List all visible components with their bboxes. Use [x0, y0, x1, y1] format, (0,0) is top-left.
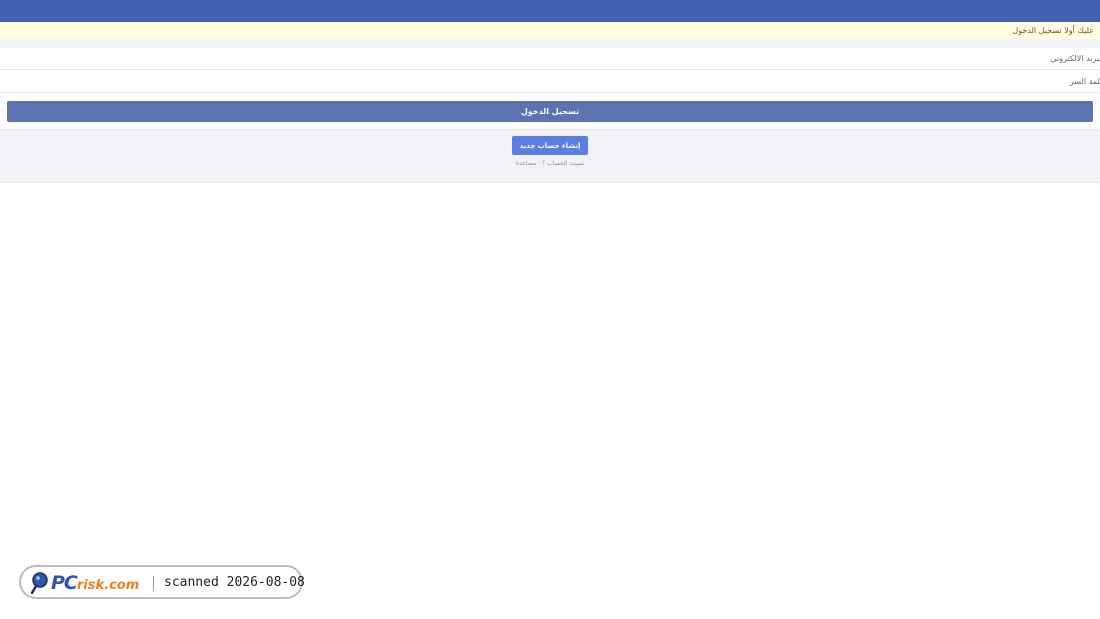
link-separator: ·	[538, 160, 541, 167]
scan-watermark: PCrisk.com scanned 2026-08-08	[19, 565, 305, 599]
create-account-button[interactable]: إنشاء حساب جديد	[512, 136, 588, 155]
notice-text: عليك أولا تسجيل الدخول	[1012, 26, 1094, 35]
email-input[interactable]	[0, 48, 1100, 70]
help-links: نسيت الحساب ؟ · مساعدة	[0, 160, 1100, 167]
magnifier-icon	[31, 572, 48, 594]
pcrisk-logo: PCrisk.com	[31, 572, 147, 594]
login-button[interactable]: تسجيل الدخول	[7, 101, 1093, 122]
forgot-account-link[interactable]: نسيت الحساب ؟	[542, 160, 584, 167]
scan-date-label: scanned 2026-08-08	[164, 575, 305, 590]
login-required-notice: عليك أولا تسجيل الدخول	[0, 22, 1100, 39]
badge-divider	[153, 576, 154, 591]
password-input[interactable]	[0, 71, 1100, 93]
help-link[interactable]: مساعدة	[516, 160, 536, 167]
form-spacer	[0, 39, 1100, 48]
top-bar	[0, 0, 1100, 22]
logo-text: PCrisk.com	[51, 572, 140, 594]
secondary-actions: إنشاء حساب جديد نسيت الحساب ؟ · مساعدة	[0, 129, 1100, 183]
